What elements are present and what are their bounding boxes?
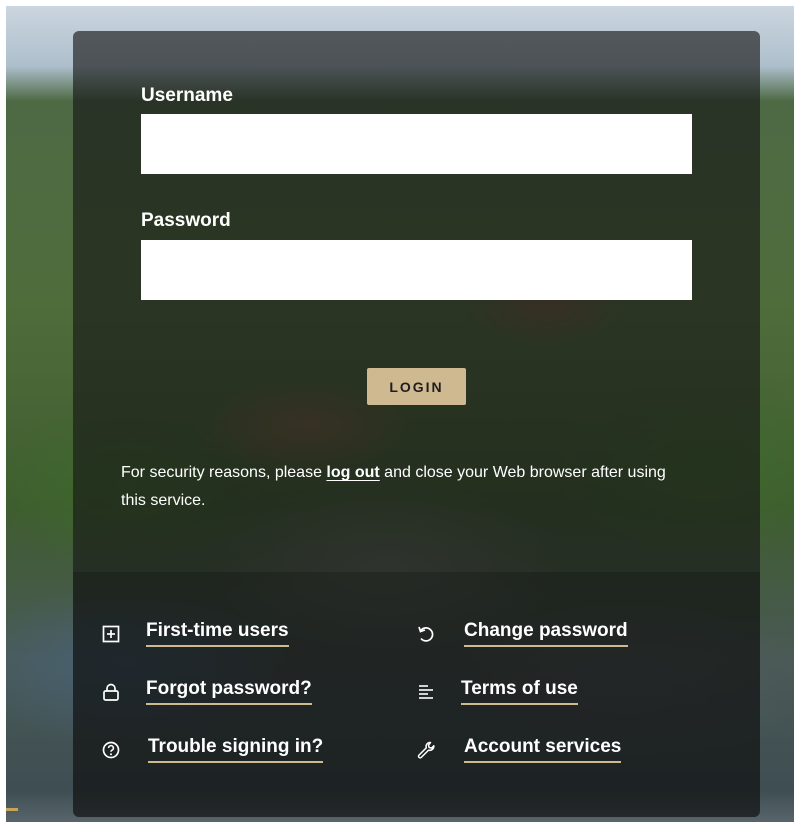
account-services-link[interactable]: Account services: [464, 736, 622, 763]
password-input[interactable]: [141, 240, 692, 300]
logout-link[interactable]: log out: [326, 464, 379, 481]
change-password-link[interactable]: Change password: [464, 620, 628, 647]
account-services-item[interactable]: Account services: [416, 736, 622, 763]
lock-icon: [103, 683, 119, 701]
security-notice: For security reasons, please log out and…: [121, 459, 681, 515]
text-align-icon: [419, 684, 433, 699]
login-button[interactable]: LOGIN: [367, 368, 466, 405]
terms-of-use-link[interactable]: Terms of use: [461, 678, 578, 705]
username-input[interactable]: [141, 114, 692, 174]
first-time-users-item[interactable]: First-time users: [101, 620, 289, 647]
question-circle-icon: [102, 741, 120, 758]
forgot-password-item[interactable]: Forgot password?: [101, 678, 312, 705]
terms-of-use-item[interactable]: Terms of use: [416, 678, 578, 705]
trouble-signing-in-item[interactable]: Trouble signing in?: [101, 736, 324, 763]
plus-square-icon: [102, 625, 120, 642]
notice-text-before: For security reasons, please: [121, 464, 327, 481]
password-label: Password: [141, 210, 231, 231]
accent-bar: [6, 808, 18, 811]
forgot-password-link[interactable]: Forgot password?: [146, 678, 312, 705]
change-password-item[interactable]: Change password: [416, 620, 628, 647]
wrench-icon: [417, 741, 435, 759]
first-time-users-link[interactable]: First-time users: [146, 620, 289, 647]
username-label: Username: [141, 85, 233, 106]
trouble-signing-in-link[interactable]: Trouble signing in?: [148, 736, 324, 763]
rotate-ccw-icon: [418, 626, 434, 642]
